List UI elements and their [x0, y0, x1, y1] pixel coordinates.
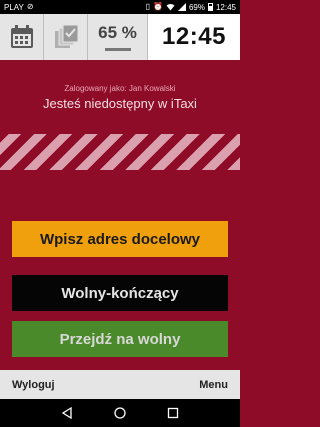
percent-value: 65 %	[98, 22, 137, 42]
carrier-label: PLAY	[4, 2, 24, 12]
wifi-icon	[166, 3, 175, 11]
recents-button[interactable]	[161, 401, 185, 425]
clock-time: 12:45	[162, 23, 226, 50]
top-toolbar: 65 % 12:45	[0, 14, 240, 60]
no-entry-icon: ⊘	[26, 2, 34, 11]
home-button[interactable]	[108, 401, 132, 425]
documents-check-icon	[54, 24, 78, 48]
orders-button[interactable]	[44, 14, 88, 60]
clock-panel: 12:45	[148, 14, 240, 60]
availability-status: Jesteś niedostępny w iTaxi	[43, 96, 197, 111]
battery-icon	[207, 3, 213, 11]
menu-button[interactable]: Menu	[199, 379, 228, 391]
battery-percent: 69%	[188, 2, 205, 12]
bottom-bar: Wyloguj Menu	[0, 370, 240, 399]
logged-in-label: Zalogowany jako: Jan Kowalski	[64, 84, 176, 93]
go-free-button[interactable]: Przejdź na wolny	[12, 321, 228, 357]
vibrate-icon: ▯	[145, 2, 150, 11]
logout-button[interactable]: Wyloguj	[12, 379, 55, 391]
percent-indicator: 65 %	[88, 14, 148, 60]
alarm-icon: ⏰	[152, 2, 163, 11]
home-circle-icon	[114, 407, 126, 419]
calendar-icon	[10, 25, 33, 48]
recents-square-icon	[168, 407, 179, 419]
android-status-bar: PLAY ⊘ ▯ ⏰ 69% 12:45	[0, 0, 240, 14]
back-button[interactable]	[55, 401, 79, 425]
percent-bar	[104, 47, 131, 51]
status-stripes	[0, 134, 240, 170]
free-finishing-button[interactable]: Wolny-kończący	[12, 275, 228, 311]
enter-destination-button[interactable]: Wpisz adres docelowy	[12, 221, 228, 257]
back-triangle-icon	[61, 407, 72, 419]
android-nav-bar	[0, 399, 240, 427]
status-time: 12:45	[215, 2, 236, 12]
calendar-button[interactable]	[0, 14, 44, 60]
signal-icon	[177, 3, 186, 11]
